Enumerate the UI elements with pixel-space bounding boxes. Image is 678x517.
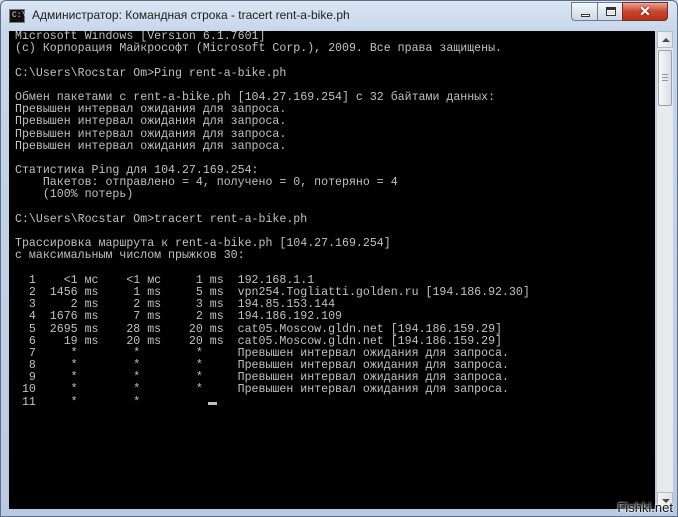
text-cursor <box>208 402 217 405</box>
console-line: C:\Users\Rocstar Om>Ping rent-a-bike.ph <box>15 66 287 80</box>
maximize-icon <box>598 3 622 20</box>
maximize-button[interactable] <box>597 2 623 21</box>
command-prompt-window: C:\ Администратор: Командная строка - tr… <box>0 0 678 517</box>
console-line: C:\Users\Rocstar Om>tracert rent-a-bike.… <box>15 212 308 226</box>
console-line: Превышен интервал ожидания для запроса. <box>15 127 287 141</box>
console-output[interactable]: Microsoft Windows [Version 6.1.7601] (c) … <box>9 31 655 509</box>
console-line: 5 2695 ms 28 ms 20 ms cat05.Moscow.gldn.… <box>15 322 503 336</box>
window-title: Администратор: Командная строка - tracer… <box>32 8 350 22</box>
scroll-up-arrow-icon[interactable] <box>657 31 673 48</box>
console-text: Microsoft Windows [Version 6.1.7601] (c) … <box>9 31 655 409</box>
close-button[interactable]: ✕ <box>622 2 668 21</box>
console-line: (c) Корпорация Майкрософт (Microsoft Cor… <box>15 42 503 56</box>
console-line: 10 * * * Превышен интервал ожидания для … <box>15 383 509 397</box>
cmd-app-icon-text: C:\ <box>12 11 27 20</box>
console-line: Превышен интервал ожидания для запроса. <box>15 115 287 129</box>
watermark: Fishki.net <box>617 500 673 515</box>
vertical-scrollbar[interactable] <box>656 31 673 509</box>
console-line: 11 * * <box>15 395 141 409</box>
console-line: с максимальным числом прыжков 30: <box>15 249 245 263</box>
minimize-icon <box>572 3 597 20</box>
scrollbar-thumb[interactable] <box>658 50 672 106</box>
close-icon: ✕ <box>639 3 651 19</box>
cmd-app-icon[interactable]: C:\ <box>9 9 27 23</box>
minimize-button[interactable] <box>571 2 598 21</box>
console-line: (100% потерь) <box>15 188 134 202</box>
console-line: Превышен интервал ожидания для запроса. <box>15 139 287 153</box>
title-bar[interactable]: C:\ Администратор: Командная строка - tr… <box>1 1 677 31</box>
console-line: 4 1676 ms 7 ms 2 ms 194.186.192.109 <box>15 310 342 324</box>
